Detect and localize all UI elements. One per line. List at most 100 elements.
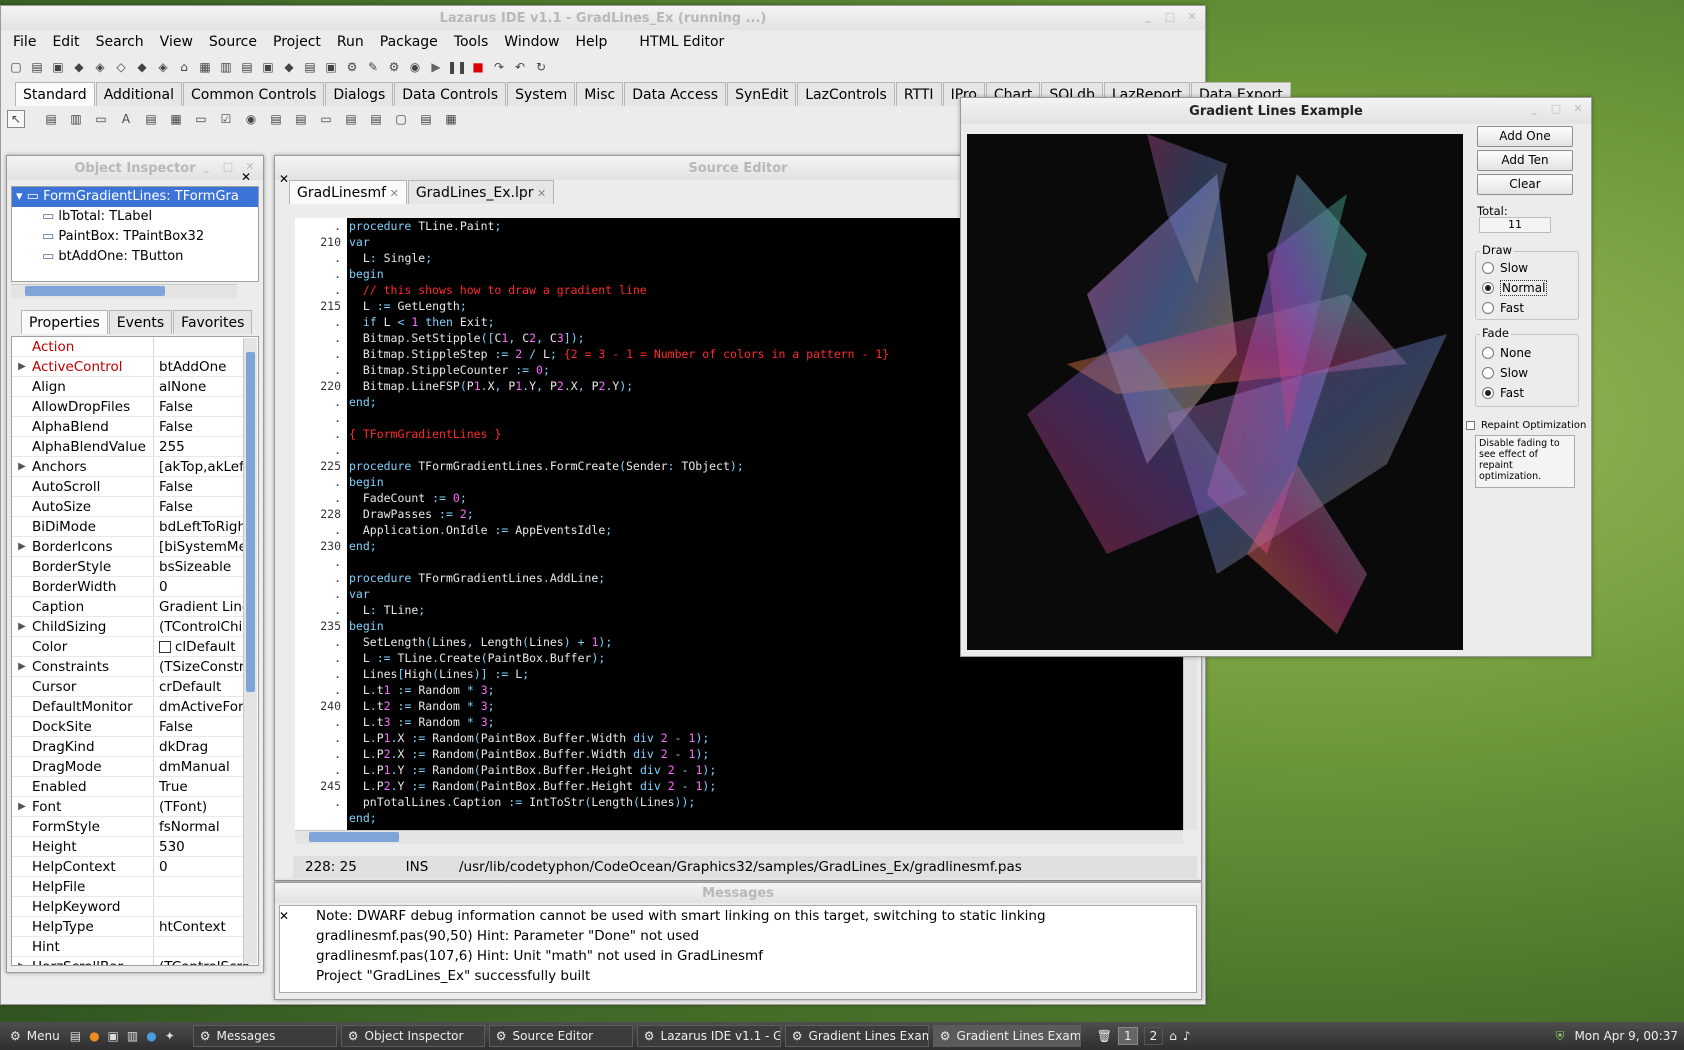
draw-radio-normal[interactable]: Normal [1476,278,1578,298]
property-row[interactable]: FormStyle fsNormal [12,817,258,837]
property-row[interactable]: AutoSize False [12,497,258,517]
message-list[interactable]: Note: DWARF debug information cannot be … [279,905,1197,993]
menu-item[interactable]: Help [568,34,616,50]
toolbar-icon[interactable]: ▤ [28,58,46,76]
tree-node[interactable]: ▭ lbTotal: TLabel [12,207,258,227]
toolbar-icon[interactable]: ◉ [406,58,424,76]
property-row[interactable]: Enabled True [12,777,258,797]
workspace-1[interactable]: 1 [1118,1027,1138,1045]
property-row[interactable]: ▶ Anchors [akTop,akLef [12,457,258,477]
menu-item[interactable]: File [5,34,44,50]
code-line[interactable]: L.P2.Y := Random(PaintBox.Buffer.Height … [349,778,1169,794]
radio-button[interactable] [1482,302,1494,314]
taskbar-task[interactable]: ⚙ Object Inspector [340,1025,485,1047]
menu-item[interactable]: View [152,34,201,50]
component-icon[interactable]: ▢ [392,110,410,128]
code-line[interactable]: L.t2 := Random * 3; [349,698,1169,714]
toolbar-icon[interactable]: ✎ [364,58,382,76]
expand-icon[interactable]: ▶ [12,657,32,676]
volume-icon[interactable]: ♪ [1183,1029,1191,1043]
property-row[interactable]: HelpType htContext [12,917,258,937]
menu-item[interactable]: Tools [446,34,497,50]
fade-radio-slow[interactable]: Slow [1476,363,1578,383]
palette-tab[interactable]: Additional [95,82,182,106]
taskbar-task[interactable]: ⚙ Source Editor [488,1025,633,1047]
toolbar-icon[interactable]: ▢ [7,58,25,76]
property-row[interactable]: Hint [12,937,258,957]
taskbar-task[interactable]: ⚙ Gradient Lines Example [932,1025,1081,1047]
toolbar-icon[interactable]: ▣ [322,58,340,76]
menu-item[interactable]: Window [496,34,567,50]
menu-item[interactable]: Package [372,34,446,50]
radio-button[interactable] [1482,282,1494,294]
se-close-icon[interactable]: ✕ [279,172,289,186]
tree-h-scrollbar[interactable] [11,284,237,298]
workspace-2[interactable]: 2 [1143,1027,1164,1045]
code-line[interactable]: Lines[High(Lines)] := L; [349,666,1169,682]
tree-node[interactable]: ▭ PaintBox: TPaintBox32 [12,227,258,247]
component-icon[interactable]: ▤ [42,110,60,128]
property-row[interactable]: DragMode dmManual [12,757,258,777]
menu-item[interactable]: Search [88,34,152,50]
property-row[interactable]: Action [12,337,258,357]
expand-icon[interactable]: ▶ [12,357,32,376]
message-item[interactable]: Note: DWARF debug information cannot be … [316,906,1196,926]
taskbar-task[interactable]: ⚙ Gradient Lines Example [784,1025,929,1047]
close-icon[interactable]: ✕ [1571,102,1585,115]
property-row[interactable]: AlphaBlendValue 255 [12,437,258,457]
code-line[interactable]: pnTotalLines.Caption := IntToStr(Length(… [349,794,1169,810]
gl-titlebar[interactable]: Gradient Lines Example _ □ ✕ [961,98,1591,124]
property-row[interactable]: BorderStyle bsSizeable [12,557,258,577]
property-row[interactable]: HelpContext 0 [12,857,258,877]
component-icon[interactable]: ▤ [367,110,385,128]
draw-radio-fast[interactable]: Fast [1476,298,1578,318]
props-v-scrollbar[interactable] [243,338,257,964]
toolbar-icon[interactable]: ■ [469,58,487,76]
checkbox-box[interactable] [1466,421,1475,430]
expand-icon[interactable]: ▶ [12,957,32,965]
property-row[interactable]: HelpKeyword [12,897,258,917]
start-menu[interactable]: ⚙ Menu [0,1029,70,1043]
palette-tab[interactable]: SynEdit [727,82,797,106]
toolbar-icon[interactable]: ◆ [133,58,151,76]
add-ten-button[interactable]: Add Ten [1477,150,1573,171]
component-icon[interactable]: A [117,110,135,128]
palette-tab[interactable]: System [507,82,576,106]
shield-icon[interactable]: ⛨ [1555,1029,1564,1044]
menu-item[interactable]: HTML Editor [631,34,732,50]
palette-tab[interactable]: Misc [576,82,624,106]
maximize-icon[interactable]: □ [1549,102,1563,115]
minimize-icon[interactable]: _ [1527,102,1541,115]
toolbar-icon[interactable]: ↷ [490,58,508,76]
toolbar-icon[interactable]: ❚❚ [447,58,467,76]
toolbar-icon[interactable]: ⚙ [343,58,361,76]
folder-icon[interactable]: ▤ [70,1029,81,1043]
network-icon[interactable]: ⌂ [1169,1029,1177,1043]
message-item[interactable]: gradlinesmf.pas(107,6) Hint: Unit "math"… [316,946,1196,966]
lazarus-icon[interactable]: ✦ [165,1029,175,1043]
oi-tab[interactable]: Events [108,310,173,334]
tree-node[interactable]: ▭ btAddOne: TButton [12,247,258,267]
web-icon[interactable]: ● [146,1029,156,1043]
toolbar-icon[interactable]: ▣ [259,58,277,76]
code-line[interactable]: end; [349,810,1169,826]
property-row[interactable]: AllowDropFiles False [12,397,258,417]
fade-radio-none[interactable]: None [1476,343,1578,363]
menu-item[interactable]: Run [329,34,372,50]
msg-titlebar[interactable]: Messages [275,883,1201,903]
close-icon[interactable]: ✕ [386,187,399,200]
toolbar-icon[interactable]: ◈ [91,58,109,76]
oi-tab[interactable]: Favorites [173,310,253,334]
tree-node[interactable]: ▾ ▭ FormGradientLines: TFormGra [12,187,258,207]
component-tree[interactable]: ▾ ▭ FormGradientLines: TFormGra ▭ lbTotal… [11,186,259,282]
component-icon[interactable]: ▤ [142,110,160,128]
expand-icon[interactable]: ▶ [12,537,32,556]
toolbar-icon[interactable]: ◆ [280,58,298,76]
toolbar-icon[interactable]: ▶ [427,58,445,76]
code-h-scrollbar[interactable] [295,830,1183,844]
trash-icon[interactable]: 🗑 [1097,1029,1112,1043]
component-icon[interactable]: ▦ [167,110,185,128]
message-item[interactable]: Project "GradLines_Ex" successfully buil… [316,966,1196,986]
expand-icon[interactable]: ▶ [12,617,32,636]
component-icon[interactable]: ▤ [267,110,285,128]
